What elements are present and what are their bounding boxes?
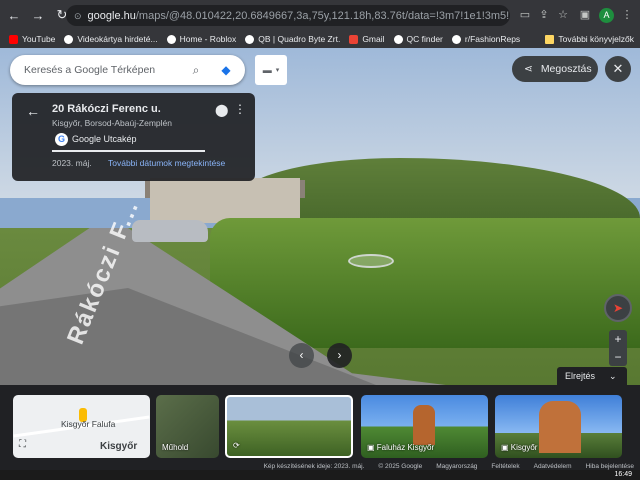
terms-link[interactable]: Feltételek <box>491 463 519 470</box>
photo-icon: ▣ <box>367 443 377 452</box>
search-input[interactable]: Keresés a Google Térképen <box>24 64 155 76</box>
gmail-icon <box>349 34 359 44</box>
capture-date-credit: Kép készítésének ideje: 2023. máj. <box>263 462 365 470</box>
extensions-icon[interactable]: ▣ <box>578 8 592 22</box>
site-icon <box>393 34 403 44</box>
bookmark-gmail[interactable]: Gmail <box>349 34 385 44</box>
divider <box>52 150 205 152</box>
bookmarks-bar: YouTube Videokártya hirdeté... Home - Ro… <box>0 30 640 48</box>
close-street-view-button[interactable]: ✕ <box>605 56 631 82</box>
parked-car <box>132 220 208 242</box>
report-link[interactable]: Hiba bejelentése <box>586 463 634 470</box>
street-view-360-icon: ⟳ <box>233 441 240 450</box>
zoom-in-button[interactable]: + <box>609 330 627 348</box>
photo-label: ▣ Kisgyőr <box>501 443 538 452</box>
bookmark-star-icon[interactable]: ☆ <box>556 8 570 22</box>
bookmark-youtube[interactable]: YouTube <box>9 34 55 44</box>
back-icon[interactable]: ← <box>26 103 40 119</box>
keyboard-shortcuts-button[interactable]: ▬ ▾ <box>255 55 287 85</box>
imagery-source: Google Utcakép <box>72 134 137 144</box>
search-icon[interactable]: ⌕ <box>188 62 204 78</box>
location-pin-icon[interactable]: ⬤ <box>215 103 228 117</box>
copyright: © 2025 Google <box>378 462 423 470</box>
country-link[interactable]: Magyarország <box>436 463 477 470</box>
other-bookmarks[interactable]: További könyvjelzők <box>545 34 634 44</box>
current-photo-thumbnail[interactable]: ⟳ <box>225 395 353 458</box>
satellite-label: Műhold <box>162 443 189 452</box>
bookmark-quadro-byte[interactable]: QB | Quadro Byte Zrt. <box>245 34 340 44</box>
hide-imagery-button[interactable]: Elrejtés ⌄ <box>557 367 627 385</box>
map-town-label: Kisgyőr Falufa <box>61 419 116 429</box>
site-info-icon[interactable]: ⊙ <box>74 11 82 21</box>
install-icon[interactable]: ▭ <box>518 8 532 22</box>
bookmark-videokartya[interactable]: Videokártya hirdeté... <box>64 34 158 44</box>
expand-icon[interactable]: ⛶ <box>19 439 26 450</box>
site-icon <box>245 34 255 44</box>
location-title: 20 Rákóczi Ferenc u. <box>52 103 161 115</box>
location-subtitle: Kisgyőr, Borsod-Abaúj-Zemplén <box>52 118 173 128</box>
photo-thumbnail-kisgyor[interactable]: ▣ Kisgyőr <box>495 395 622 458</box>
location-info-card: ← 20 Rákóczi Ferenc u. Kisgyőr, Borsod-A… <box>12 93 255 181</box>
chevron-down-icon: ⌄ <box>609 370 617 381</box>
photo-thumbnail-faluhaz[interactable]: ▣ Faluház Kisgyőr <box>361 395 488 458</box>
share-page-icon[interactable]: ⇪ <box>537 8 551 22</box>
site-icon <box>451 34 461 44</box>
navigation-cursor-ring[interactable] <box>348 254 394 268</box>
share-button[interactable]: ⋖ Megosztás <box>512 56 598 82</box>
photo-filmstrip: Kisgyőr Falufa Kisgyőr ⛶ Műhold ⟳ ▣ Falu… <box>0 385 640 462</box>
photo-label: ▣ Faluház Kisgyőr <box>367 443 435 452</box>
profile-avatar[interactable]: A <box>599 8 614 23</box>
building <box>150 178 300 223</box>
google-logo-icon: G <box>55 133 68 146</box>
bookmark-qc-finder[interactable]: QC finder <box>393 34 443 44</box>
zoom-out-button[interactable]: − <box>609 348 627 366</box>
next-arrow-button[interactable]: › <box>327 343 352 368</box>
clock: 16:49 <box>614 471 632 478</box>
map-thumbnail[interactable]: Kisgyőr Falufa Kisgyőr ⛶ <box>13 395 150 458</box>
zoom-control: + − <box>609 330 627 366</box>
menu-kebab-icon[interactable]: ⋮ <box>620 8 634 22</box>
satellite-thumbnail[interactable]: Műhold <box>156 395 219 458</box>
directions-icon[interactable]: ◆ <box>218 62 234 78</box>
keyboard-icon: ▬ <box>262 65 272 75</box>
forward-arrow-icon[interactable]: → <box>28 5 48 25</box>
address-bar[interactable]: ⊙ google.hu/maps/@48.010422,20.6849667,3… <box>66 5 510 26</box>
attribution-bar: Kép készítésének ideje: 2023. máj. © 202… <box>0 462 640 470</box>
folder-icon <box>545 34 555 44</box>
bookmark-fashionreps[interactable]: r/FashionReps <box>451 34 520 44</box>
chevron-down-icon: ▾ <box>275 67 280 74</box>
share-icon: ⋖ <box>524 63 533 75</box>
tower-image <box>539 401 581 453</box>
compass-icon[interactable]: ➤ <box>604 294 632 322</box>
previous-arrow-button[interactable]: ‹ <box>289 343 314 368</box>
tower-image <box>413 405 435 445</box>
map-city-label: Kisgyőr <box>100 441 138 452</box>
more-options-icon[interactable]: ⋮ <box>234 102 246 116</box>
more-dates-link[interactable]: További dátumok megtekintése <box>108 158 225 168</box>
privacy-link[interactable]: Adatvédelem <box>534 463 572 470</box>
back-arrow-icon[interactable]: ← <box>4 5 24 25</box>
bookmark-roblox[interactable]: Home - Roblox <box>166 34 236 44</box>
url-path: /maps/@48.010422,20.6849667,3a,75y,121.1… <box>135 9 510 22</box>
site-icon <box>64 34 74 44</box>
search-box[interactable]: Keresés a Google Térképen ⌕ ◆ <box>10 55 245 85</box>
photo-icon: ▣ <box>501 443 511 452</box>
site-icon <box>166 34 176 44</box>
taskbar: 16:49 <box>0 470 640 480</box>
youtube-icon <box>9 34 18 44</box>
capture-date: 2023. máj. <box>52 158 92 168</box>
url-host: google.hu <box>87 9 136 22</box>
